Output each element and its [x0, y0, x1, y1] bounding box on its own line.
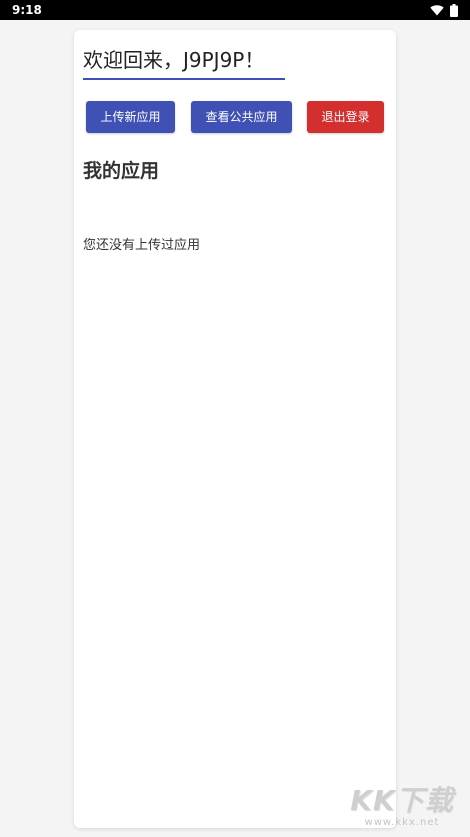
status-bar: 9:18 [0, 0, 470, 20]
empty-apps-message: 您还没有上传过应用 [83, 238, 201, 253]
main-card: 欢迎回来，J9PJ9P！ 上传新应用 查看公共应用 退出登录 我的应用 您还没有… [74, 30, 396, 828]
battery-icon [450, 3, 458, 17]
upload-app-button[interactable]: 上传新应用 [86, 101, 175, 133]
status-time: 9:18 [12, 3, 42, 17]
watermark-logo-text: KK下载 [350, 784, 454, 817]
watermark-url: www.kkx.net [364, 817, 440, 828]
view-public-apps-button[interactable]: 查看公共应用 [191, 101, 292, 133]
welcome-heading: 欢迎回来，J9PJ9P！ [83, 46, 285, 80]
logout-button[interactable]: 退出登录 [307, 101, 384, 133]
watermark-logo: KK下载 www.kkx.net [340, 785, 464, 833]
status-icons [430, 3, 458, 17]
wifi-icon [430, 5, 444, 16]
my-apps-title: 我的应用 [83, 160, 160, 182]
